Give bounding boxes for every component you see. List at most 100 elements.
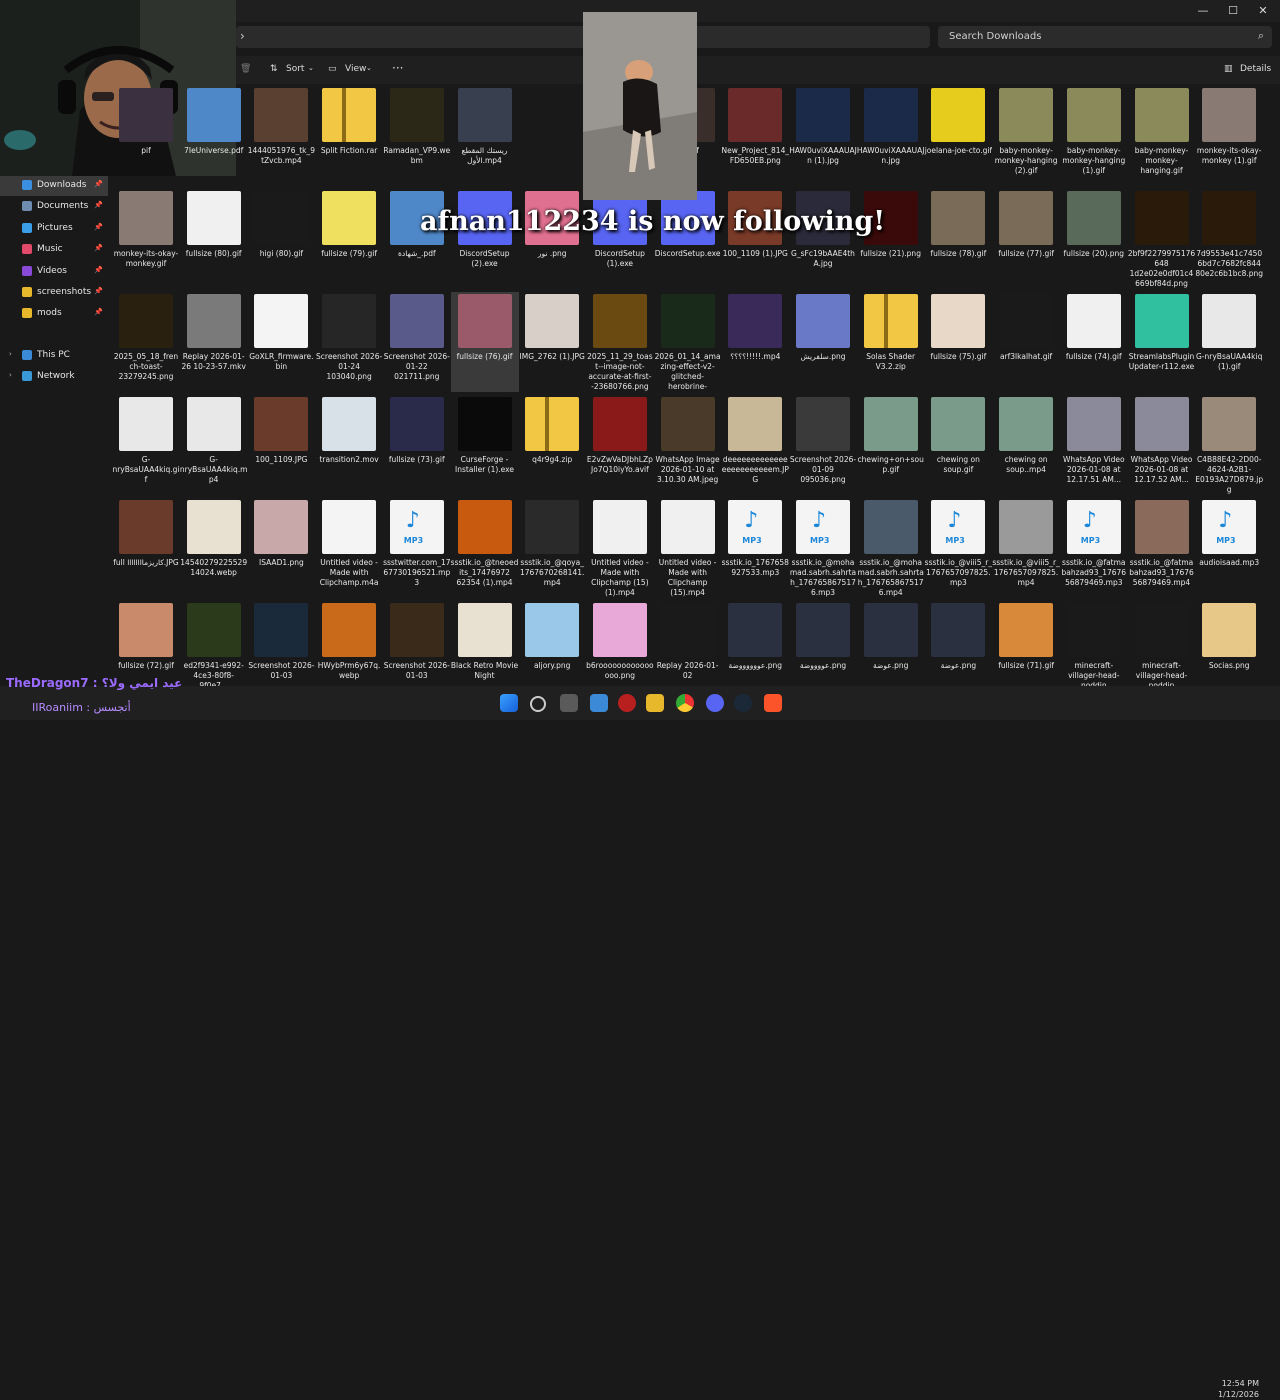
file-item[interactable]: 7IeUniverse.pdf (180, 86, 248, 186)
file-item[interactable]: IMG_2762 (1).JPG (518, 292, 586, 392)
search-icon[interactable] (530, 696, 546, 712)
file-item[interactable]: ♪ MP3 ssstik.io_1767658927533.mp3 (721, 498, 789, 598)
file-item[interactable]: Untitled video - Made with Clipchamp (15… (654, 498, 722, 598)
file-item[interactable]: baby-monkey-monkey-hanging (2).gif (992, 86, 1060, 186)
file-item[interactable]: G-nryBsaUAA4kiq.mp4 (180, 395, 248, 495)
file-item[interactable]: higi (80).gif (247, 189, 315, 289)
file-item[interactable]: WhatsApp Video 2026-01-08 at 12.17.51 AM… (1060, 395, 1128, 495)
start-icon[interactable] (500, 694, 518, 712)
file-item[interactable]: G-nryBsaUAA4kiq (1).gif (1195, 292, 1263, 392)
sidebar-item-this-pc[interactable]: › This PC (0, 346, 108, 366)
file-item[interactable]: ssstik.io_@mohamad.sabrh.sahrtah_1767658… (857, 498, 925, 598)
file-item[interactable]: C4B88E42-2D00-4624-A2B1-E0193A27D879.jpg (1195, 395, 1263, 495)
file-explorer-icon[interactable] (646, 694, 664, 712)
file-item[interactable]: 2bf9f2279975176648 1d2e02e0df01c4669bf84… (1128, 189, 1196, 289)
file-item[interactable]: baby-monkey-monkey-hanging (1).gif (1060, 86, 1128, 186)
sort-button[interactable]: Sort (286, 64, 304, 74)
file-item[interactable]: chewing on soup.gif (924, 395, 992, 495)
file-item[interactable]: 100_1109 (1).JPG (721, 189, 789, 289)
file-item[interactable]: monkey-its-okay-monkey (1).gif (1195, 86, 1263, 186)
file-item[interactable]: Untitled video - Made with Clipchamp (15… (586, 498, 654, 598)
file-item[interactable]: Untitled video - Made with Clipchamp.m4a (315, 498, 383, 598)
file-item[interactable]: ♪ MP3 ssstik.io_@fatmabahzad93_17676568794… (1060, 498, 1128, 598)
file-item[interactable]: ♪ MP3 ssstik.io_@viii5_r_1767657097825.mp3 (924, 498, 992, 598)
file-item[interactable]: DiscordSetup.exe (654, 189, 722, 289)
file-item[interactable]: ssstik.io_@tneoedits_17476972 62354 (1).… (451, 498, 519, 598)
file-item[interactable]: سلفريش.png (789, 292, 857, 392)
file-item[interactable]: arf3lkalhat.gif (992, 292, 1060, 392)
file-item[interactable]: pif (112, 86, 180, 186)
sidebar-item-pictures[interactable]: Pictures 📌 (0, 219, 108, 239)
file-item[interactable]: Ramadan_VP9.webm (383, 86, 451, 186)
sidebar-item-screenshots[interactable]: screenshots 📌 (0, 283, 108, 303)
file-item[interactable]: q4r9g4.zip (518, 395, 586, 495)
file-item[interactable]: fullsize (77).gif (992, 189, 1060, 289)
file-item[interactable]: chewing on soup..mp4 (992, 395, 1060, 495)
file-item[interactable]: Screenshot 2026-01-22 021711.png (383, 292, 451, 392)
discord-icon[interactable] (706, 694, 724, 712)
file-item[interactable]: Split Fiction.rar (315, 86, 383, 186)
file-item[interactable]: chewing+on+soup.gif (857, 395, 925, 495)
file-item[interactable]: 2025_11_29_toast--image-not-accurate-at-… (586, 292, 654, 392)
file-item[interactable]: ISAAD1.png (247, 498, 315, 598)
file-item[interactable]: Screenshot 2026-01-09 095036.png (789, 395, 857, 495)
brave-icon[interactable] (764, 694, 782, 712)
file-item[interactable]: HAW0uviXAAAUAJn.jpg (857, 86, 925, 186)
file-item[interactable]: 14540279225529 14024.webp (180, 498, 248, 598)
file-item[interactable]: fullsize (74).gif (1060, 292, 1128, 392)
more-options-button[interactable]: ··· (392, 61, 403, 75)
file-item[interactable]: DiscordSetup (2).exe (451, 189, 519, 289)
file-item[interactable]: E2vZwVaDJbhLZpJo7Q10iyYo.avif (586, 395, 654, 495)
file-item[interactable]: 7d9553e41c74506bd7c7682fc84480e2c6b1bc8.… (1195, 189, 1263, 289)
file-item[interactable]: full كاريزماااااااا.JPG (112, 498, 180, 598)
file-item[interactable]: G-nryBsaUAA4kiq.gif (112, 395, 180, 495)
file-item[interactable]: ssstik.io_@qoya_1767670268141.mp4 (518, 498, 586, 598)
file-item[interactable]: fullsize (79).gif (315, 189, 383, 289)
chevron-right-icon[interactable]: › (9, 371, 12, 379)
steam-icon[interactable] (734, 694, 752, 712)
file-item[interactable]: fullsize (20).png (1060, 189, 1128, 289)
close-button[interactable]: ✕ (1250, 2, 1276, 20)
file-item[interactable]: ssstik.io_@viii5_r_1767657097825.mp4 (992, 498, 1060, 598)
file-item[interactable]: HAW0uviXAAAUAJn (1).jpg (789, 86, 857, 186)
sidebar-item-mods[interactable]: mods 📌 (0, 304, 108, 324)
file-item[interactable]: ♪ MP3 audioisaad.mp3 (1195, 498, 1263, 598)
view-button[interactable]: View (345, 64, 366, 74)
maximize-button[interactable]: ☐ (1220, 2, 1246, 20)
file-item[interactable]: نور .png (518, 189, 586, 289)
file-item[interactable]: fullsize (21).png (857, 189, 925, 289)
obs-icon[interactable] (618, 694, 636, 712)
file-item[interactable]: fullsize (80).gif (180, 189, 248, 289)
file-item[interactable]: ♪ MP3 ssstik.io_@mohamad.sabrh.sahrtah_176… (789, 498, 857, 598)
file-item[interactable]: DiscordSetup (1).exe (586, 189, 654, 289)
file-item[interactable]: ريستك المقطع الأول.mp4 (451, 86, 519, 186)
sidebar-item-videos[interactable]: Videos 📌 (0, 262, 108, 282)
file-item[interactable]: joelana-joe-cto.gif (924, 86, 992, 186)
sidebar-item-downloads[interactable]: Downloads 📌 (0, 176, 108, 196)
file-item[interactable]: ssstik.io_@fatmabahzad93_1767656879469.m… (1128, 498, 1196, 598)
file-item[interactable]: New_Project_814_FD650EB.png (721, 86, 789, 186)
system-clock[interactable]: 12:54 PM 1/12/2026 (1218, 1378, 1259, 1400)
file-item[interactable]: fullsize (78).gif (924, 189, 992, 289)
file-item[interactable]: 2025_05_18_french-toast-23279245.png (112, 292, 180, 392)
file-item[interactable]: Screenshot 2026-01-24 103040.png (315, 292, 383, 392)
file-item[interactable]: fullsize (73).gif (383, 395, 451, 495)
chevron-right-icon[interactable]: › (9, 350, 12, 358)
file-item[interactable]: ♪ MP3 ssstwitter.com_1767730196521.mp3 (383, 498, 451, 598)
details-button[interactable]: Details (1240, 64, 1271, 74)
file-item[interactable]: fullsize (75).gif (924, 292, 992, 392)
sidebar-item-network[interactable]: › Network (0, 367, 108, 387)
file-item[interactable]: 100_1109.JPG (247, 395, 315, 495)
file-item[interactable]: 2026_01_14_amazing-effect-v2-glitched-he… (654, 292, 722, 392)
widgets-icon[interactable] (590, 694, 608, 712)
file-item[interactable]: شهادة_.pdf (383, 189, 451, 289)
file-item[interactable]: fullsize (76).gif (450, 292, 519, 392)
file-item[interactable]: GoXLR_firmware.bin (247, 292, 315, 392)
file-item[interactable]: Replay 2026-01-26 10-23-57.mkv (180, 292, 248, 392)
file-item[interactable]: StreamlabsPluginUpdater-r112.exe (1128, 292, 1196, 392)
file-item[interactable]: ؟؟؟؟!!!!!.mp4 (721, 292, 789, 392)
file-item[interactable]: transition2.mov (315, 395, 383, 495)
file-item[interactable]: deeeeeeeeeeeeeeeeeeeeeeeem.JPG (721, 395, 789, 495)
minimize-button[interactable]: — (1190, 2, 1216, 20)
sidebar-item-documents[interactable]: Documents 📌 (0, 197, 108, 217)
